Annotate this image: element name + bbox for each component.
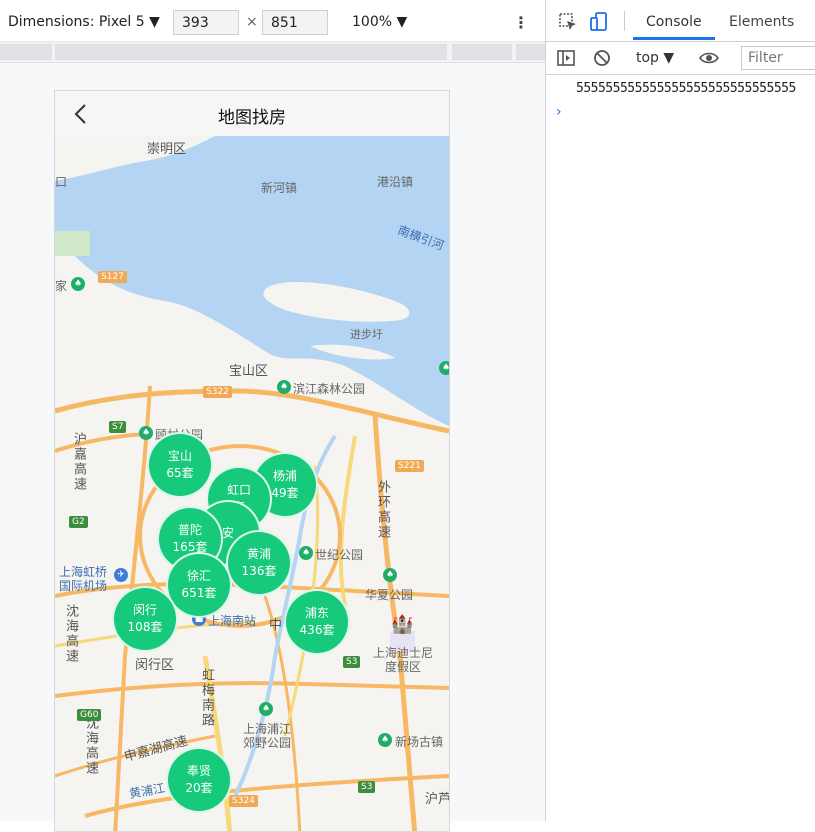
ruler-segment — [55, 44, 447, 60]
map-label: 口 — [55, 175, 68, 189]
console-filter-input[interactable]: Filter — [741, 46, 815, 70]
device-toggle-icon[interactable] — [590, 12, 610, 32]
map-view[interactable]: 崇明区 新河镇 港沿镇 南横引河 进步圩 宝山区 ♠ 滨江森林公园 ♠ 顾村公园… — [55, 136, 450, 831]
cluster-name: 宝山 — [167, 449, 192, 463]
console-log-message: 555555555555555555555555555555 — [576, 81, 796, 96]
devtools-panel: Console Elements top ▼ Filter 5555555555… — [545, 0, 815, 821]
castle-icon: 🏰 — [391, 614, 414, 635]
nav-bar: 地图找房 — [55, 91, 449, 136]
width-input[interactable]: 393 — [173, 10, 239, 35]
map-label: 中 — [269, 618, 283, 633]
ruler-segment — [0, 44, 52, 60]
device-dimensions-dropdown[interactable]: Dimensions: Pixel 5 ▼ — [8, 14, 160, 30]
map-label: 虹梅南路 — [199, 668, 214, 728]
cluster-name: 徐汇 — [186, 569, 211, 583]
park-icon: ♠ — [139, 426, 153, 440]
map-label: 外环高速 — [375, 480, 390, 540]
road-shield: S3 — [343, 656, 361, 668]
map-label: 度假区 — [385, 660, 422, 674]
road-shield: S127 — [98, 271, 127, 283]
cluster-minhang[interactable]: 闵行 108套 — [112, 586, 178, 652]
inspect-element-icon[interactable] — [558, 12, 578, 32]
cluster-name: 浦东 — [304, 606, 329, 620]
park-icon: ♠ — [277, 380, 291, 394]
sidebar-toggle-icon[interactable] — [556, 48, 576, 68]
park-icon: ♠ — [71, 277, 85, 291]
map-label: 国际机场 — [59, 579, 108, 593]
cluster-name: 奉贤 — [186, 764, 211, 778]
cluster-count: 651套 — [181, 586, 217, 600]
cluster-name: 黄浦 — [246, 547, 271, 561]
cluster-count: 136套 — [241, 564, 277, 578]
cluster-count: 65套 — [166, 466, 194, 480]
map-label: 闵行区 — [135, 658, 175, 673]
cluster-count: 436套 — [299, 623, 335, 637]
map-label: 世纪公园 — [315, 548, 364, 562]
media-query-ruler[interactable] — [0, 42, 545, 63]
page-title: 地图找房 — [218, 108, 286, 128]
cluster-count: 108套 — [127, 620, 163, 634]
live-expression-eye-icon[interactable] — [699, 48, 719, 68]
map-label: 崇明区 — [147, 142, 187, 157]
toolbar-divider — [624, 11, 625, 31]
park-icon: ♠ — [383, 568, 397, 582]
cluster-name: 普陀 — [177, 523, 202, 537]
map-label: 沪芦 — [425, 792, 450, 807]
road-shield: S3 — [358, 781, 376, 793]
map-label: 家 — [55, 279, 68, 293]
park-icon: ♠ — [439, 361, 449, 375]
road-shield: S7 — [109, 421, 127, 433]
cluster-pudong[interactable]: 浦东 436套 — [284, 589, 350, 655]
more-options-icon[interactable]: ⋮ — [513, 13, 529, 32]
map-label: 沈海高速 — [63, 604, 78, 664]
map-label: 华夏公园 — [365, 588, 414, 602]
cluster-name: 闵行 — [132, 603, 157, 617]
map-label: 进步圩 — [350, 328, 383, 341]
road-shield: G2 — [69, 516, 88, 528]
park-icon: ♠ — [259, 702, 273, 716]
height-input[interactable]: 851 — [262, 10, 328, 35]
tab-console[interactable]: Console — [646, 14, 702, 30]
devtools-tabbar: Console Elements — [546, 0, 815, 42]
ruler-segment — [452, 44, 512, 60]
cluster-baoshan[interactable]: 宝山 65套 — [147, 432, 213, 498]
active-tab-indicator — [633, 37, 715, 40]
map-label: 港沿镇 — [377, 175, 414, 189]
park-icon: ♠ — [299, 546, 313, 560]
tab-elements[interactable]: Elements — [729, 14, 794, 30]
map-label: 郊野公园 — [243, 736, 292, 750]
road-shield: S322 — [203, 386, 232, 398]
console-toolbar: top ▼ Filter — [546, 42, 815, 75]
times-symbol: × — [246, 14, 258, 30]
device-toolbar: Dimensions: Pixel 5 ▼ 393 × 851 100% ▼ ⋮ — [0, 0, 545, 42]
context-selector[interactable]: top ▼ — [636, 50, 674, 66]
zoom-dropdown[interactable]: 100% ▼ — [352, 14, 407, 30]
map-label: 宝山区 — [229, 364, 269, 379]
road-shield: G60 — [77, 709, 102, 721]
road-shield: S221 — [395, 460, 424, 472]
cluster-count: 20套 — [185, 781, 213, 795]
airport-icon: ✈ — [114, 568, 128, 582]
clear-console-icon[interactable] — [592, 48, 612, 68]
map-label: 上海南站 — [208, 614, 257, 628]
cluster-huangpu[interactable]: 黄浦 136套 — [226, 530, 292, 596]
map-label: 新河镇 — [261, 181, 298, 195]
console-prompt-icon[interactable]: › — [556, 104, 562, 120]
map-label: 沈海高速 — [83, 716, 98, 776]
cluster-fengxian[interactable]: 奉贤 20套 — [166, 747, 232, 813]
map-label: 滨江森林公园 — [293, 382, 366, 396]
map-label: 沪嘉高速 — [71, 432, 86, 492]
phone-viewport: 地图找房 崇明区 新河镇 港沿镇 南横引河 进步圩 宝山区 ♠ 滨江森林公园 ♠… — [54, 90, 450, 832]
park-icon: ♠ — [378, 733, 392, 747]
ruler-segment — [516, 44, 545, 60]
map-label: 新场古镇 — [395, 735, 444, 749]
cluster-name: 虹口 — [226, 483, 251, 497]
road-shield: S324 — [229, 795, 258, 807]
